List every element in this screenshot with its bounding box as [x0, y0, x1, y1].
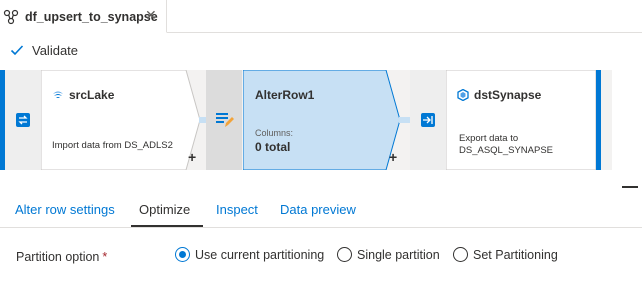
sink-gutter [410, 70, 446, 170]
alterrow-gutter [206, 70, 242, 170]
radio-set-partitioning[interactable]: Set Partitioning [453, 247, 558, 262]
radio-unselected-indicator [453, 247, 468, 262]
srclake-title-text: srcLake [69, 88, 115, 102]
source-gutter [5, 70, 41, 170]
dstsynapse-description-line1: Export data to [459, 133, 519, 144]
lake-icon [53, 91, 63, 98]
tab-optimize[interactable]: Optimize [139, 202, 190, 217]
alterrow1-node-shape [243, 70, 401, 170]
partition-option-row: Partition option * Use current partitioni… [0, 240, 642, 272]
radio-single-partition[interactable]: Single partition [337, 247, 440, 262]
tab-alter-row-settings[interactable]: Alter row settings [15, 202, 115, 217]
connector-alterrow-dstsynapse [399, 117, 410, 123]
tab-inspect[interactable]: Inspect [216, 202, 258, 217]
required-marker: * [102, 250, 108, 264]
radio-use-current-partitioning[interactable]: Use current partitioning [175, 247, 324, 262]
srclake-title: srcLake [52, 88, 114, 102]
dstsynapse-title: dstSynapse [457, 88, 541, 102]
partition-option-label-text: Partition option [16, 250, 100, 264]
sink-stream-icon [421, 113, 435, 127]
source-stream-icon [16, 113, 30, 127]
radio-selected-indicator [175, 247, 190, 262]
node-srclake[interactable]: srcLake Import data from DS_ADLS2 + [41, 70, 201, 170]
tab-title: df_upsert_to_synapse [25, 10, 158, 24]
tab-df-upsert-to-synapse[interactable]: df_upsert_to_synapse ✕ [0, 0, 167, 33]
validate-button[interactable]: Validate [10, 41, 78, 59]
node-alterrow1[interactable]: AlterRow1 Columns: 0 total + [243, 70, 401, 170]
alterrow1-columns-label: Columns: [255, 128, 294, 138]
checkmark-icon [10, 45, 24, 56]
radio-single-partition-label: Single partition [357, 247, 440, 262]
add-transform-after-srclake-button[interactable]: + [188, 149, 196, 165]
srclake-description: Import data from DS_ADLS2 [52, 140, 173, 151]
validate-label: Validate [32, 42, 79, 58]
alterrow1-title: AlterRow1 [255, 88, 315, 102]
synapse-icon [457, 89, 469, 101]
dataflow-canvas[interactable]: srcLake Import data from DS_ADLS2 + Alte… [0, 65, 642, 188]
radio-unselected-indicator [337, 247, 352, 262]
add-transform-after-alterrow1-button[interactable]: + [389, 149, 397, 165]
radio-use-current-partitioning-label: Use current partitioning [195, 247, 325, 262]
document-tab-strip: df_upsert_to_synapse ✕ [0, 0, 642, 33]
settings-tab-bar: Alter row settings Optimize Inspect Data… [0, 192, 642, 228]
toolbar: Validate [0, 33, 642, 65]
dstsynapse-title-text: dstSynapse [474, 88, 542, 102]
tab-data-preview[interactable]: Data preview [280, 202, 356, 217]
canvas-right-edge [596, 70, 601, 170]
radio-set-partitioning-label: Set Partitioning [473, 247, 558, 262]
node-dstsynapse[interactable]: dstSynapse Export data to DS_ASQL_SYNAPS… [446, 70, 596, 170]
alterrow1-columns-value: 0 total [255, 140, 291, 154]
dataflow-icon [3, 9, 19, 25]
srclake-node-shape [41, 70, 201, 170]
panel-resize-handle[interactable] [622, 186, 638, 188]
close-icon[interactable]: ✕ [145, 8, 157, 22]
alter-row-icon [216, 113, 234, 127]
partition-option-label: Partition option * [16, 250, 107, 264]
active-tab-indicator [131, 225, 203, 227]
dstsynapse-description-line2: DS_ASQL_SYNAPSE [459, 145, 553, 156]
